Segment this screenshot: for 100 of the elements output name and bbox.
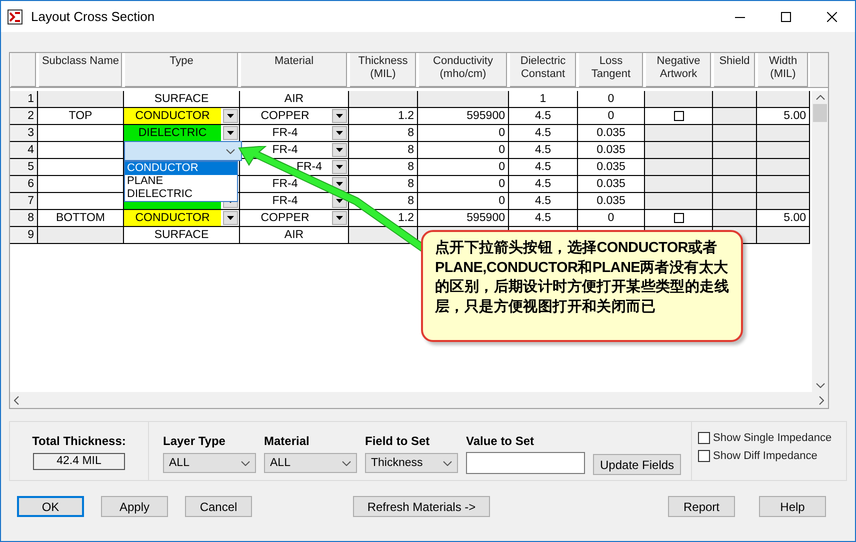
table-cell: 0 [418,176,509,193]
table-cell: BOTTOM [38,210,124,227]
dropdown-option[interactable]: CONDUCTOR [125,162,237,175]
dropdown-button[interactable] [332,143,347,157]
scroll-left-icon[interactable] [14,396,19,404]
column-header[interactable]: Thickness (MIL) [349,53,418,87]
select-field[interactable]: ALL [264,453,357,473]
table-cell [645,142,713,159]
row-number: 2 [10,108,38,125]
column-header[interactable]: Loss Tangent [578,53,645,87]
dropdown-button[interactable] [332,126,347,140]
checkbox[interactable] [698,450,710,462]
field-label: Material [264,434,310,448]
column-header[interactable]: Subclass Name [38,53,124,87]
chevron-icon [241,460,250,466]
update-fields-button[interactable]: Update Fields [593,454,682,475]
table-cell-text: FR-4 [271,143,299,158]
dialog-button[interactable]: OK [17,496,84,517]
dropdown-button[interactable] [332,160,347,174]
scroll-up-icon[interactable] [816,95,824,100]
dropdown-option[interactable]: PLANE [125,175,237,188]
scroll-down-icon[interactable] [816,383,824,388]
app-icon [7,8,23,24]
table-cell: 1.2 [349,108,418,125]
row-number: 1 [10,91,38,108]
table-cell [757,176,810,193]
field-label: Value to Set [466,434,536,448]
column-header[interactable]: Material [240,53,349,87]
column-header[interactable]: Conductivity (mho/cm) [418,53,509,87]
table-cell: 8 [349,142,418,159]
dropdown-button[interactable] [223,211,238,225]
table-cell: 0 [418,142,509,159]
vertical-scrollbar[interactable] [812,91,828,392]
table-cell [713,91,757,108]
table-cell: TOP [38,108,124,125]
chevron-icon [443,460,452,466]
table-cell-text: COPPER [260,109,310,124]
table-cell: 0 [418,125,509,142]
select-field[interactable]: ALL [163,453,256,473]
table-cell: 0.035 [578,176,645,193]
table-cell: 595900 [418,210,509,227]
close-icon [827,12,837,22]
table-cell: 0 [578,108,645,125]
column-header[interactable]: Width (MIL) [757,53,810,87]
table-cell [757,159,810,176]
type-cell: CONDUCTOR [124,108,221,124]
scroll-right-icon[interactable] [819,396,824,404]
dialog-button[interactable]: Help [759,496,826,517]
table-cell: 0.035 [578,142,645,159]
dialog-button[interactable]: Cancel [185,496,252,517]
column-header[interactable]: Type [124,53,240,87]
column-header[interactable]: Negative Artwork [645,53,713,87]
input-field[interactable] [466,452,585,474]
table-cell [757,193,810,210]
table-cell: 5.00 [757,108,810,125]
checkbox[interactable] [698,432,710,444]
table-cell: 4.5 [509,210,578,227]
table-cell: 8 [349,159,418,176]
callout-note: 点开下拉箭头按钮，选择CONDUCTOR或者PLANE,CONDUCTOR和PLANE两者没有太大的区别，后期设计时方便打开某些类型的走线层，只是方便视图打开和关闭而已 [421,230,743,342]
table-cell: 1 [509,91,578,108]
dialog-button[interactable]: Report [668,496,735,517]
table-cell: 0 [418,193,509,210]
row-number: 6 [10,176,38,193]
dialog-button[interactable]: Apply [101,496,168,517]
maximize-icon [781,12,791,22]
table-cell [757,142,810,159]
horizontal-scrollbar[interactable] [10,392,828,408]
table-cell [645,176,713,193]
scroll-thumb[interactable] [813,104,827,122]
chevron-icon [342,460,351,466]
table-cell: 0 [418,159,509,176]
checkbox-label[interactable]: Show Diff Impedance [713,450,818,462]
table-cell: 0 [578,91,645,108]
row-number: 9 [10,227,38,244]
dropdown-button[interactable] [332,211,347,225]
table-cell [713,176,757,193]
table-cell: 0.035 [578,125,645,142]
field-label: Layer Type [163,434,226,448]
table-cell-text: AIR [283,92,305,107]
checkbox[interactable] [674,213,684,223]
checkbox[interactable] [674,111,684,121]
table-cell: 4.5 [509,193,578,210]
table-cell: 8 [349,125,418,142]
table-cell [757,227,810,244]
dialog-button[interactable]: Refresh Materials -> [353,496,490,517]
table-cell [713,142,757,159]
dropdown-button[interactable] [332,109,347,123]
select-field[interactable]: Thickness [365,453,458,473]
column-header[interactable]: Shield [713,53,757,87]
table-cell [645,159,713,176]
dropdown-button[interactable] [223,109,238,123]
column-header[interactable]: Dielectric Constant [509,53,578,87]
type-cell: DIELECTRIC [124,125,221,141]
dropdown-option[interactable]: DIELECTRIC [125,188,237,201]
table-cell: 8 [349,176,418,193]
checkbox-label[interactable]: Show Single Impedance [713,432,832,444]
table-cell-text: FR-4 [271,177,299,192]
dropdown-button[interactable] [223,126,238,140]
table-cell-text: FR-4 [271,194,299,209]
table-cell: 0 [578,210,645,227]
